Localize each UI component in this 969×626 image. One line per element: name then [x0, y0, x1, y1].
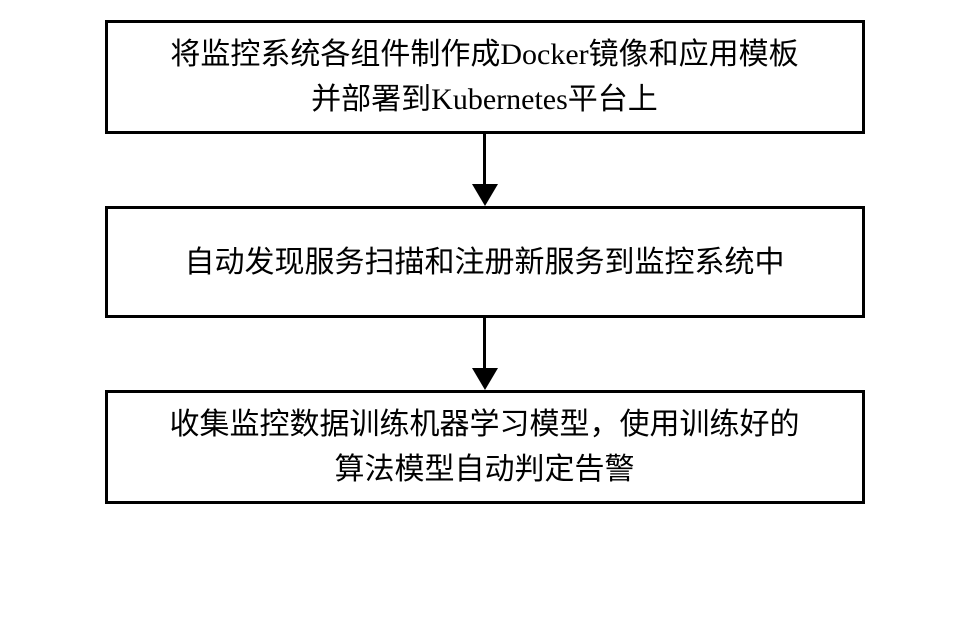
flow-step-3: 收集监控数据训练机器学习模型，使用训练好的 算法模型自动判定告警: [105, 390, 865, 504]
flow-step-1: 将监控系统各组件制作成Docker镜像和应用模板 并部署到Kubernetes平…: [105, 20, 865, 134]
arrow-down-icon: [472, 368, 498, 390]
arrow-down-icon: [472, 184, 498, 206]
arrow-line-icon: [483, 318, 486, 370]
flow-step-2-text: 自动发现服务扫描和注册新服务到监控系统中: [185, 240, 785, 285]
flow-step-2: 自动发现服务扫描和注册新服务到监控系统中: [105, 206, 865, 318]
arrow-2: [472, 318, 498, 390]
flow-step-1-text: 将监控系统各组件制作成Docker镜像和应用模板 并部署到Kubernetes平…: [170, 32, 798, 122]
arrow-1: [472, 134, 498, 206]
flow-step-3-text: 收集监控数据训练机器学习模型，使用训练好的 算法模型自动判定告警: [170, 402, 800, 492]
flowchart-container: 将监控系统各组件制作成Docker镜像和应用模板 并部署到Kubernetes平…: [0, 20, 969, 504]
arrow-line-icon: [483, 134, 486, 186]
